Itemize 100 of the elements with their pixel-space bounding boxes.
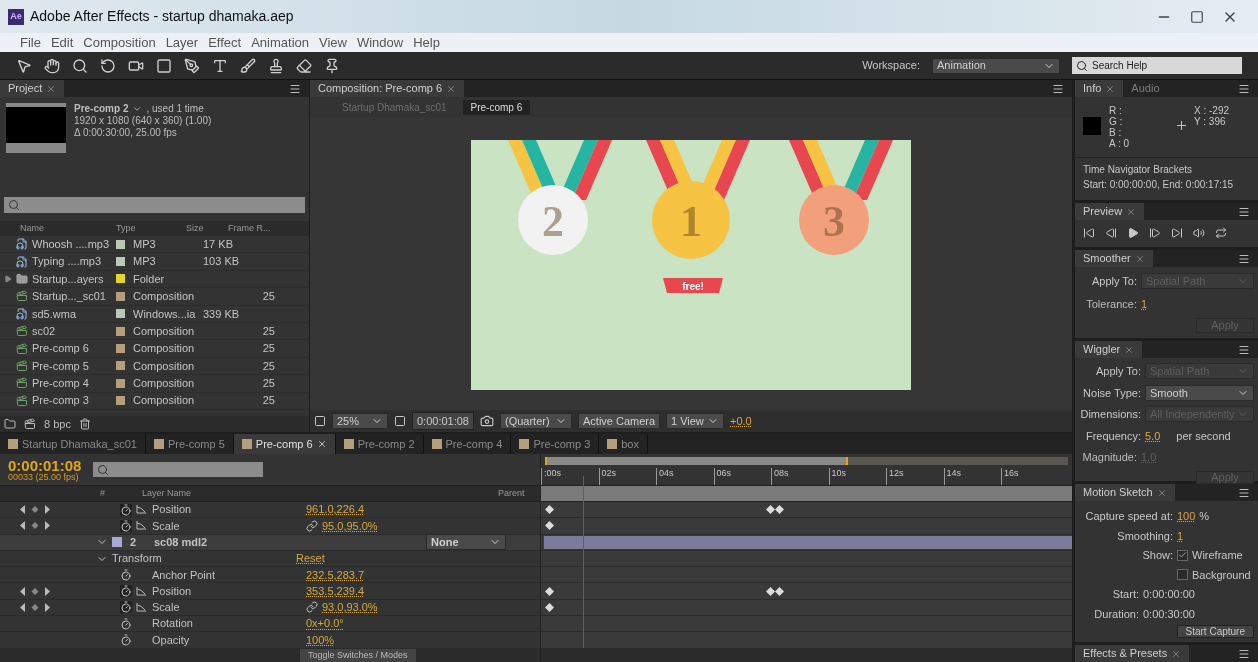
- keyframe-navigator-icon[interactable]: [20, 586, 50, 596]
- value-field[interactable]: 5.0: [1145, 427, 1161, 444]
- info-tab[interactable]: Info: [1075, 80, 1124, 97]
- play-icon[interactable]: [1127, 227, 1139, 239]
- property-value[interactable]: 93.0,93.0%: [322, 599, 378, 616]
- item-name[interactable]: Startup..._sc01: [32, 288, 106, 305]
- stopwatch-icon[interactable]: [120, 617, 132, 630]
- loop-icon[interactable]: [1215, 227, 1227, 239]
- menu-item[interactable]: Animation: [251, 32, 309, 53]
- menu-item[interactable]: File: [20, 32, 41, 53]
- smoother-tab[interactable]: Smoother: [1075, 250, 1153, 267]
- item-name[interactable]: Pre-comp 5: [32, 357, 89, 375]
- exposure-value[interactable]: +0.0: [730, 412, 752, 430]
- property-value[interactable]: 100%: [306, 631, 335, 649]
- keyframe-navigator-icon[interactable]: [20, 505, 50, 515]
- bit-depth[interactable]: 8 bpc: [44, 415, 71, 433]
- composition-tab[interactable]: Pre-comp 2: [335, 434, 424, 454]
- work-area-bar[interactable]: [541, 485, 1072, 502]
- maximize-icon[interactable]: [1190, 9, 1204, 24]
- region-icon[interactable]: [394, 415, 406, 427]
- layer-search-field[interactable]: [93, 462, 264, 477]
- pen-tool-icon[interactable]: [184, 57, 200, 74]
- menu-item[interactable]: Composition: [83, 32, 156, 53]
- column-header[interactable]: Name: [4, 221, 116, 236]
- stopwatch-icon[interactable]: [120, 585, 132, 598]
- checkbox[interactable]: [1177, 549, 1188, 561]
- menu-item[interactable]: Effect: [208, 32, 242, 53]
- first-frame-icon[interactable]: [1083, 227, 1095, 239]
- graph-icon[interactable]: [136, 586, 146, 596]
- value-field[interactable]: 100: [1177, 508, 1196, 525]
- graph-icon[interactable]: [136, 602, 146, 612]
- search-field[interactable]: [4, 197, 305, 213]
- timecode-field[interactable]: 0:00:01:08: [412, 411, 474, 431]
- item-name[interactable]: Pre-comp 6: [32, 340, 89, 357]
- layer-name[interactable]: sc08 mdl2: [154, 534, 304, 551]
- stopwatch-icon[interactable]: [120, 519, 132, 532]
- last-frame-icon[interactable]: [1171, 227, 1183, 239]
- workspace-dropdown[interactable]: Animation: [932, 57, 1060, 74]
- composition-icon[interactable]: [24, 418, 36, 430]
- caret-icon[interactable]: [132, 104, 143, 114]
- panel-menu-icon[interactable]: [1238, 486, 1250, 499]
- checkbox[interactable]: [1177, 569, 1188, 581]
- panel-menu-icon[interactable]: [1238, 647, 1250, 660]
- panel-menu-icon[interactable]: [289, 82, 301, 95]
- selection-tool-icon[interactable]: [16, 57, 32, 74]
- link-icon[interactable]: [306, 601, 318, 614]
- property-value[interactable]: 232.5,283.7: [306, 566, 365, 584]
- rectangle-tool-icon[interactable]: [156, 57, 172, 74]
- expand-icon[interactable]: [4, 275, 12, 283]
- composition-tab[interactable]: Pre-comp 4: [423, 434, 512, 454]
- column-header[interactable]: Size: [186, 221, 228, 236]
- composition-tab[interactable]: Pre-comp 6: [233, 434, 336, 454]
- composition-tab[interactable]: box: [599, 434, 648, 454]
- audio-icon[interactable]: [1193, 227, 1205, 239]
- item-name[interactable]: Startup...ayers: [32, 270, 104, 288]
- menu-item[interactable]: Edit: [50, 32, 74, 53]
- stopwatch-icon[interactable]: [120, 503, 132, 516]
- effects-presets-tab[interactable]: Effects & Presets: [1075, 645, 1190, 662]
- panel-menu-icon[interactable]: [1052, 82, 1064, 95]
- next-frame-icon[interactable]: [1149, 227, 1161, 239]
- search-help-field[interactable]: Search Help: [1072, 57, 1242, 74]
- graph-icon[interactable]: [136, 505, 146, 515]
- trash-icon[interactable]: [78, 418, 91, 430]
- composition-tab[interactable]: Pre-comp 5: [145, 434, 234, 454]
- panel-menu-icon[interactable]: [1238, 205, 1250, 218]
- item-name[interactable]: Pre-comp 3: [32, 392, 89, 409]
- previous-frame-icon[interactable]: [1105, 227, 1117, 239]
- stopwatch-icon[interactable]: [120, 634, 132, 646]
- link-icon[interactable]: [306, 519, 318, 532]
- zoom-tool-icon[interactable]: [72, 57, 88, 74]
- property-value[interactable]: 0x+0.0°: [306, 615, 344, 632]
- current-time[interactable]: 0:00:01:08: [8, 457, 82, 473]
- stamp-tool-icon[interactable]: [268, 57, 284, 74]
- composition-tab[interactable]: Composition: Pre-comp 6: [310, 80, 465, 97]
- item-name[interactable]: sd5.wma: [32, 305, 77, 322]
- view-layout-dropdown[interactable]: 1 View: [666, 413, 724, 429]
- composition-tab[interactable]: Startup Dhamaka_sc01: [0, 434, 146, 454]
- item-name[interactable]: Pre-comp 4: [32, 375, 89, 392]
- composition-tab[interactable]: Pre-comp 3: [511, 434, 600, 454]
- keyframe-icon[interactable]: [766, 586, 784, 596]
- menu-item[interactable]: View: [319, 32, 347, 53]
- stopwatch-icon[interactable]: [120, 568, 132, 581]
- pin-tool-icon[interactable]: [324, 57, 340, 74]
- zoom-dropdown[interactable]: 25%: [332, 413, 388, 429]
- audio-tab[interactable]: Audio: [1123, 80, 1168, 97]
- panel-menu-icon[interactable]: [1238, 343, 1250, 356]
- property-value[interactable]: 95.0,95.0%: [322, 517, 378, 535]
- column-header[interactable]: Type: [116, 221, 186, 236]
- item-name[interactable]: sc02: [32, 322, 56, 340]
- folder-icon[interactable]: [4, 418, 16, 430]
- menu-item[interactable]: Window: [356, 32, 404, 53]
- menu-item[interactable]: Help: [413, 32, 440, 53]
- value-field[interactable]: 1: [1177, 527, 1184, 544]
- panel-menu-icon[interactable]: [1238, 252, 1250, 265]
- noise-type-dropdown[interactable]: Smooth: [1145, 384, 1254, 401]
- eraser-tool-icon[interactable]: [296, 57, 312, 74]
- resolution-dropdown[interactable]: (Quarter): [500, 413, 572, 429]
- text-tool-icon[interactable]: [212, 57, 228, 74]
- camera-dropdown[interactable]: Active Camera: [578, 413, 660, 429]
- reset-link[interactable]: Reset: [296, 550, 325, 567]
